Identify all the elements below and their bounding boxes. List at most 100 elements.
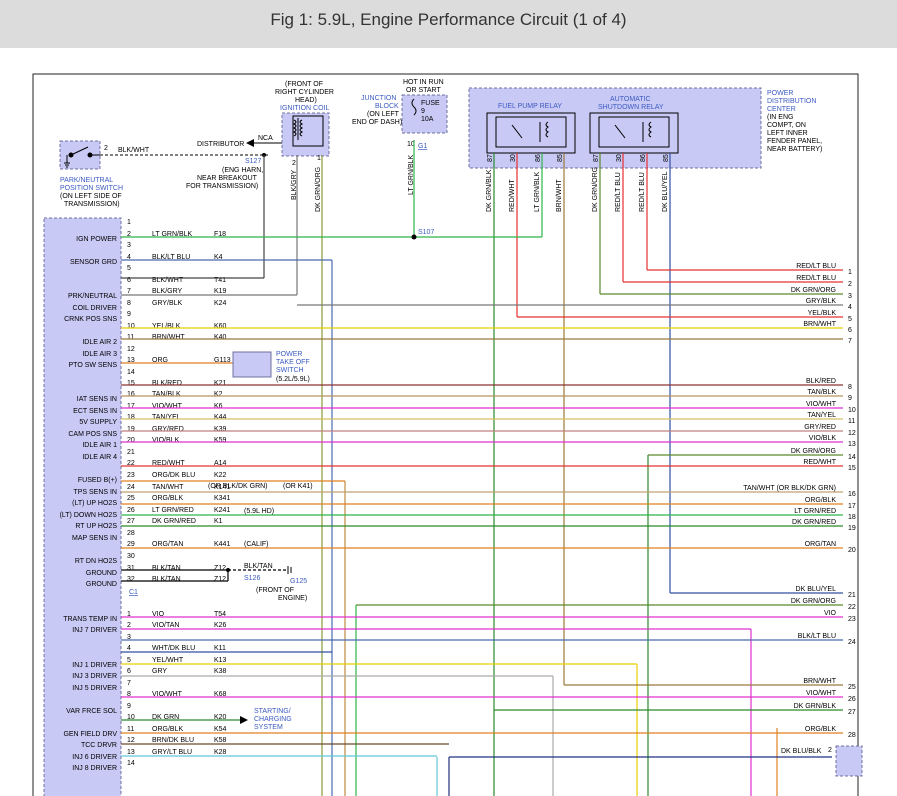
right-wire-number: 13 (848, 441, 856, 448)
pcm-pin-label: IGN POWER (76, 236, 117, 243)
right-wire-color: ORG/BLK (805, 726, 836, 733)
park-pin-label: 2 (104, 145, 108, 152)
pcm-pin-label: GROUND (86, 581, 117, 588)
right-wire-number: 7 (848, 338, 852, 345)
park-switch-label-4: TRANSMISSION) (64, 201, 120, 208)
pcm-pin-number: 18 (127, 414, 135, 421)
right-wire-number: 12 (848, 430, 856, 437)
pcm-pin-label: TPS SENS IN (73, 489, 117, 496)
pcm-pin-number: 12 (127, 737, 135, 744)
right-wire-number: 10 (848, 407, 856, 414)
right-wire-color: YEL/BLK (808, 310, 837, 317)
right-wire-color: DK GRN/RED (792, 519, 836, 526)
park-switch-label-3: (ON LEFT SIDE OF (60, 193, 122, 200)
right-wire-color: GRY/RED (804, 424, 836, 431)
pcm-pin-label: INJ 3 DRIVER (72, 673, 117, 680)
ground-g125-label: G125 (290, 578, 307, 585)
pdc-label-1: POWER (767, 90, 793, 97)
junction-label-4: END OF DASH) (352, 119, 402, 126)
pdc-label-4: (IN ENG (767, 114, 793, 121)
pcm-wire-color: VIO/TAN (152, 622, 179, 629)
wiring-diagram: 12IGN POWERLT GRN/BLK F1834SENSOR GRDBLK/… (32, 73, 863, 796)
pcm-pin-label: COIL DRIVER (73, 305, 117, 312)
pcm-circuit-code: K2 (214, 391, 223, 398)
arrow-left-icon (246, 139, 254, 147)
pcm-pin-label: IAT SENS IN (77, 396, 117, 403)
pcm-pin-label: RT DN HO2S (75, 558, 117, 565)
right-wire-color: BRN/WHT (803, 678, 836, 685)
coil-label-1: (FRONT OF (285, 81, 323, 88)
pcm-pin-number: 16 (127, 391, 135, 398)
pcm-pin-label: PRK/NEUTRAL (68, 293, 117, 300)
pcm-pin-label: CAM POS SNS (68, 431, 117, 438)
right-wire-color: LT GRN/RED (794, 508, 836, 515)
pcm-wire-color: TAN/WHT (152, 484, 184, 491)
right-wire-number: 11 (848, 418, 855, 425)
pcm-wire-color: ORG/BLK (152, 495, 183, 502)
right-wire-number: 17 (848, 503, 856, 510)
pcm-wire-color: LT GRN/RED (152, 507, 194, 514)
pcm-pin-number: 10 (127, 323, 135, 330)
pcm-pin-label: INJ 1 DRIVER (72, 662, 117, 669)
relay-wire-label: DK GRN/ORG (592, 167, 599, 212)
pto-label-3: SWITCH (276, 367, 304, 374)
fuel-pump-relay-label: FUEL PUMP RELAY (498, 103, 562, 110)
pcm-pin-number: 5 (127, 265, 131, 272)
right-wire-number: 18 (848, 514, 856, 521)
right-wire-color: DK GRN/BLK (794, 703, 837, 710)
pcm-pin-number: 2 (127, 622, 131, 629)
pcm-pin-number: 20 (127, 437, 135, 444)
pcm-circuit-code: K38 (214, 668, 227, 675)
relay-wire-label: DK BLU/YEL (662, 171, 669, 212)
right-wire-number: 28 (848, 732, 856, 739)
relay-wire-label: BRN/WHT (556, 179, 563, 212)
pcm-pin-number: 14 (127, 369, 135, 376)
relay-pin-number: 30 (510, 154, 517, 162)
right-wire-color: TAN/YEL (807, 412, 836, 419)
asd-relay-label-2: SHUTDOWN RELAY (598, 104, 664, 111)
pdc-label-5: COMPT, ON (767, 122, 806, 129)
right-wire-color: VIO/WHT (806, 690, 837, 697)
pcm-pin-label: VAR FRCE SOL (66, 708, 117, 715)
pcm-pin-number: 17 (127, 403, 135, 410)
pcm-wire-color: BRN/WHT (152, 334, 185, 341)
relay-pin-number: 85 (557, 154, 564, 162)
or-k41-note: (OR K41) (283, 483, 313, 490)
splice-s107-label: S107 (418, 229, 434, 236)
pcm-circuit-code: K22 (214, 472, 227, 479)
right-wire-color: BLK/LT BLU (798, 633, 836, 640)
pcm-pin-label: IDLE AIR 3 (82, 351, 117, 358)
pcm-pin-label: PTO SW SENS (69, 362, 118, 369)
connector-pin-2: 2 (828, 747, 832, 754)
distributor-label: DISTRIBUTOR (197, 141, 244, 148)
right-wire-color: VIO/BLK (809, 435, 837, 442)
pcm-circuit-code: K54 (214, 726, 227, 733)
pcm-circuit-code: K341 (214, 495, 230, 502)
right-wire-number: 6 (848, 327, 852, 334)
pcm-circuit-code: K11 (214, 645, 226, 652)
pcm-circuit-code: K59 (214, 437, 227, 444)
title-bar: Fig 1: 5.9L, Engine Performance Circuit … (0, 0, 897, 48)
right-wire-color: ORG/TAN (805, 541, 836, 548)
or-blk-dk-grn-note: (OR BLK/DK GRN) (208, 483, 268, 490)
starting-label-1: STARTING/ (254, 708, 291, 715)
pcm-pin-label: GEN FIELD DRV (63, 731, 117, 738)
ground-wire-label: BLK/TAN (244, 563, 273, 570)
right-wire-color: TAN/BLK (807, 389, 836, 396)
pcm-wire-color: BLK/GRY (152, 288, 183, 295)
pcm-circuit-code: K39 (214, 426, 227, 433)
relay-pin-number: 86 (535, 154, 542, 162)
relay-wire-label: RED/LT BLU (615, 172, 622, 212)
pcm-pin-number: 19 (127, 426, 135, 433)
eng-harn-label-1: (ENG HARN, (222, 167, 263, 174)
pto-label-4: (5.2L/5.9L) (276, 376, 310, 383)
junction-label-1: JUNCTION (361, 95, 396, 102)
hot-label-2: OR START (406, 87, 441, 94)
front-engine-label-1: (FRONT OF (256, 587, 294, 594)
pcm-pin-number: 26 (127, 507, 135, 514)
pcm-circuit-code: K40 (214, 334, 227, 341)
right-wire-number: 26 (848, 696, 856, 703)
pcm-pin-number: 11 (127, 334, 134, 341)
pcm-pin-number: 25 (127, 495, 135, 502)
relay-pin-number: 86 (640, 154, 647, 162)
